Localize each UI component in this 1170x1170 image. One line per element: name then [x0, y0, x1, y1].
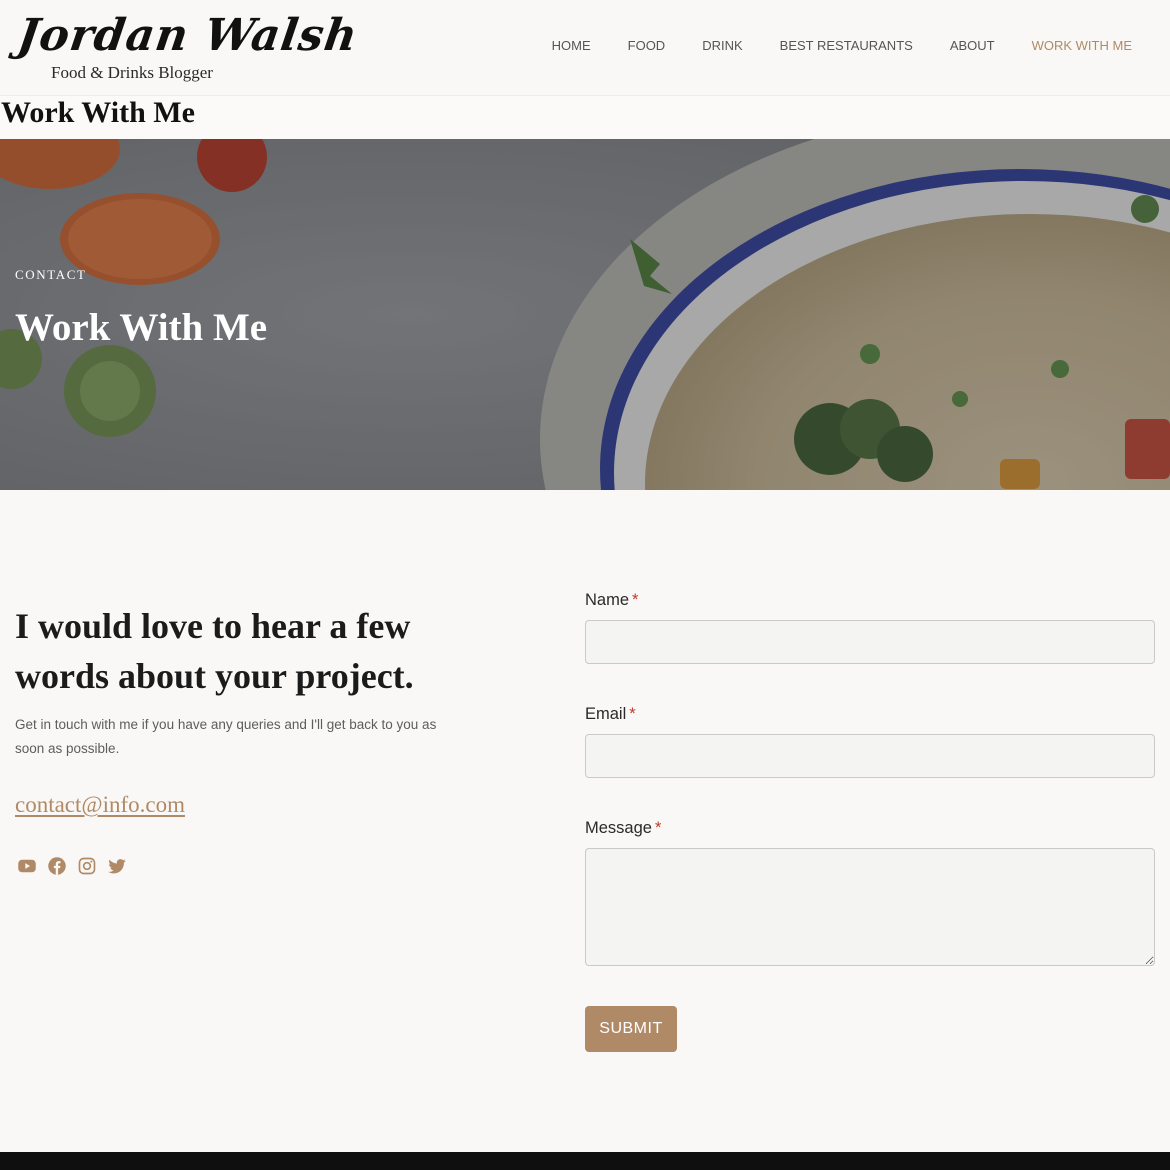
- intro-heading: I would love to hear a few words about y…: [15, 606, 414, 696]
- intro-text: Get in touch with me if you have any que…: [15, 717, 437, 756]
- contact-email-link[interactable]: contact@info.com: [15, 792, 185, 818]
- logo-tagline: Food & Drinks Blogger: [51, 63, 213, 82]
- message-label-text: Message: [585, 819, 652, 837]
- twitter-icon[interactable]: [107, 856, 127, 876]
- hero-eyebrow: CONTACT: [15, 267, 87, 282]
- required-mark: *: [654, 819, 662, 837]
- hero-title: Work With Me: [15, 306, 268, 349]
- site-footer: [0, 1152, 1170, 1170]
- email-label-text: Email: [585, 705, 627, 723]
- required-mark: *: [632, 591, 639, 609]
- name-label: Name *: [585, 591, 638, 610]
- required-mark: *: [629, 705, 636, 723]
- name-field[interactable]: [585, 620, 1155, 664]
- logo-wordmark: Jordan Walsh: [14, 10, 362, 61]
- nav-item-best-restaurants[interactable]: BEST RESTAURANTS: [780, 38, 913, 53]
- message-label: Message *: [585, 819, 661, 838]
- nav-item-work-with-me[interactable]: WORK WITH ME: [1032, 38, 1132, 53]
- youtube-icon[interactable]: [17, 856, 37, 876]
- nav-item-food[interactable]: FOOD: [628, 38, 666, 53]
- site-logo[interactable]: Jordan Walsh Food & Drinks Blogger: [14, 10, 361, 86]
- facebook-icon[interactable]: [47, 856, 67, 876]
- site-header: Jordan Walsh Food & Drinks Blogger HOME …: [0, 0, 1170, 96]
- nav-item-about[interactable]: ABOUT: [950, 38, 995, 53]
- social-links: [17, 856, 127, 876]
- hero-banner: CONTACT Work With Me: [0, 139, 1170, 490]
- nav-item-drink[interactable]: DRINK: [702, 38, 742, 53]
- nav-item-home[interactable]: HOME: [552, 38, 591, 53]
- email-label: Email *: [585, 705, 636, 724]
- page-title: Work With Me: [0, 96, 1170, 139]
- message-field[interactable]: [585, 848, 1155, 966]
- instagram-icon[interactable]: [77, 856, 97, 876]
- main-nav: HOME FOOD DRINK BEST RESTAURANTS ABOUT W…: [515, 38, 1132, 53]
- submit-button[interactable]: SUBMIT: [585, 1006, 677, 1052]
- name-label-text: Name: [585, 591, 630, 609]
- email-field[interactable]: [585, 734, 1155, 778]
